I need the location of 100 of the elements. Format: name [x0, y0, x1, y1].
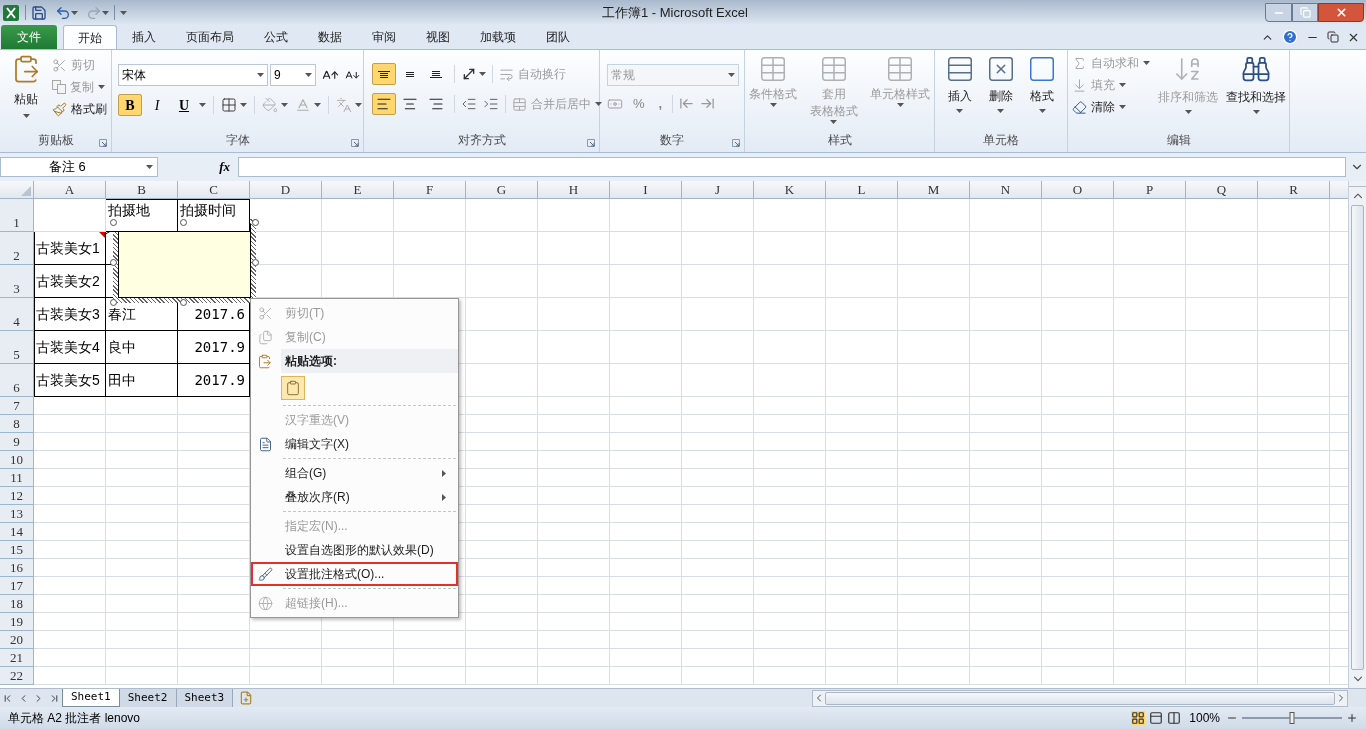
menu-item[interactable]: 设置自选图形的默认效果(D)	[251, 538, 458, 562]
window-title: 工作簿1 - Microsoft Excel	[602, 3, 748, 22]
menu-item[interactable]: 组合(G)	[251, 461, 458, 485]
column-header[interactable]: J	[682, 181, 754, 198]
ribbon-tab[interactable]: 数据	[303, 25, 357, 49]
column-header[interactable]: F	[394, 181, 466, 198]
row-header[interactable]: 12	[0, 487, 34, 505]
cell-text: 拍摄地	[107, 203, 151, 218]
group-title: 单元格	[983, 132, 1019, 149]
row-header[interactable]: 8	[0, 415, 34, 433]
group-title: 剪贴板	[37, 132, 74, 149]
column-header[interactable]: H	[538, 181, 610, 198]
column-header[interactable]: E	[322, 181, 394, 198]
menu-item[interactable]: 叠放次序(R)	[251, 485, 458, 509]
menu-item[interactable]: 设置批注格式(O)...	[251, 562, 458, 586]
row-header[interactable]: 17	[0, 577, 34, 595]
font-name-dropdown[interactable]: 宋体	[118, 64, 268, 86]
column-header[interactable]: N	[970, 181, 1042, 198]
ribbon-tab[interactable]: 页面布局	[171, 25, 249, 49]
function-label[interactable]: fx	[219, 157, 230, 177]
row-header[interactable]: 10	[0, 451, 34, 469]
find-select-button[interactable]: 查找和选择	[1226, 54, 1286, 131]
group-title: 字体	[225, 132, 250, 149]
cell-text: 古装美女4	[35, 340, 101, 355]
column-header[interactable]: A	[34, 181, 106, 198]
menu-item[interactable]: 编辑文字(X)	[251, 432, 458, 456]
column-header[interactable]: C	[178, 181, 250, 198]
column-header[interactable]: M	[898, 181, 970, 198]
cells-button[interactable]: 格式	[1027, 54, 1058, 131]
font-style-button[interactable]: U	[172, 94, 196, 116]
column-header[interactable]: K	[754, 181, 826, 198]
menu-heading: 粘贴选项:	[281, 349, 458, 373]
row-header[interactable]: 1	[0, 199, 34, 232]
cell-text: 田中	[107, 373, 137, 388]
name-box-value: 备注 6	[49, 158, 86, 177]
column-header[interactable]: D	[250, 181, 322, 198]
row-header[interactable]: 7	[0, 397, 34, 415]
cell-text: 拍摄时间	[179, 203, 237, 218]
ribbon-tab[interactable]: 插入	[117, 25, 171, 49]
cell-text: 古装美女5	[35, 373, 101, 388]
cells-button[interactable]: 删除	[986, 54, 1016, 131]
sheet-tab[interactable]: Sheet2	[119, 689, 177, 707]
row-header[interactable]: 19	[0, 613, 34, 631]
number-format-value: 常规	[611, 67, 635, 84]
cell-text: 春江	[107, 307, 137, 322]
row-header[interactable]: 20	[0, 631, 34, 649]
cell-text: 2017.6	[193, 307, 246, 322]
cells-button[interactable]: 插入	[944, 54, 975, 131]
sheet-tab[interactable]: Sheet3	[176, 689, 234, 707]
format-painter-button[interactable]: 格式刷	[52, 100, 107, 118]
column-header[interactable]: R	[1258, 181, 1330, 198]
status-text: 单元格 A2 批注者 lenovo	[8, 710, 141, 727]
row-header[interactable]: 11	[0, 469, 34, 487]
zoom-level[interactable]: 100%	[1189, 709, 1220, 727]
row-header[interactable]: 16	[0, 559, 34, 577]
row-header[interactable]: 2	[0, 232, 34, 265]
row-header[interactable]: 14	[0, 523, 34, 541]
ribbon-tab[interactable]: 开始	[63, 25, 117, 49]
ribbon-tab[interactable]: 文件	[1, 25, 57, 49]
cell-text: 2017.9	[193, 373, 246, 388]
ribbon-tab[interactable]: 审阅	[357, 25, 411, 49]
row-header[interactable]: 4	[0, 298, 34, 331]
cell-text: 良中	[107, 340, 137, 355]
column-header[interactable]: O	[1042, 181, 1114, 198]
column-header[interactable]: G	[466, 181, 538, 198]
row-header[interactable]: 21	[0, 649, 34, 667]
row-header[interactable]: 22	[0, 667, 34, 685]
font-size-dropdown[interactable]: 9	[270, 64, 316, 86]
ribbon-tab[interactable]: 团队	[531, 25, 585, 49]
column-header[interactable]: P	[1114, 181, 1186, 198]
font-size-value: 9	[274, 67, 281, 84]
ribbon-tab[interactable]: 视图	[411, 25, 465, 49]
group-title: 对齐方式	[457, 132, 506, 149]
cell-text: 2017.9	[193, 340, 246, 355]
font-style-button[interactable]: I	[145, 94, 169, 116]
row-header[interactable]: 3	[0, 265, 34, 298]
group-title: 样式	[827, 132, 852, 149]
column-header[interactable]: B	[106, 181, 178, 198]
font-style-button[interactable]: B	[118, 94, 142, 116]
row-header[interactable]: 18	[0, 595, 34, 613]
row-header[interactable]: 15	[0, 541, 34, 559]
paste-button[interactable]: 粘贴	[4, 54, 48, 131]
group-title: 数字	[660, 132, 684, 149]
sheet-tab[interactable]: Sheet1	[62, 689, 120, 707]
cell-text: 古装美女3	[35, 307, 101, 322]
ribbon-tab[interactable]: 加载项	[465, 25, 531, 49]
cell-text: 古装美女2	[35, 274, 101, 289]
row-header[interactable]: 5	[0, 331, 34, 364]
font-name-value: 宋体	[122, 67, 146, 84]
column-header[interactable]: I	[610, 181, 682, 198]
column-header[interactable]: Q	[1186, 181, 1258, 198]
cell-text: 古装美女1	[35, 241, 101, 256]
group-title: 编辑	[1166, 132, 1191, 149]
row-header[interactable]: 6	[0, 364, 34, 397]
name-box[interactable]: 备注 6	[0, 157, 158, 177]
row-header[interactable]: 9	[0, 433, 34, 451]
clear-button[interactable]: 清除	[1072, 98, 1150, 116]
column-header[interactable]: L	[826, 181, 898, 198]
ribbon-tab[interactable]: 公式	[249, 25, 303, 49]
row-header[interactable]: 13	[0, 505, 34, 523]
